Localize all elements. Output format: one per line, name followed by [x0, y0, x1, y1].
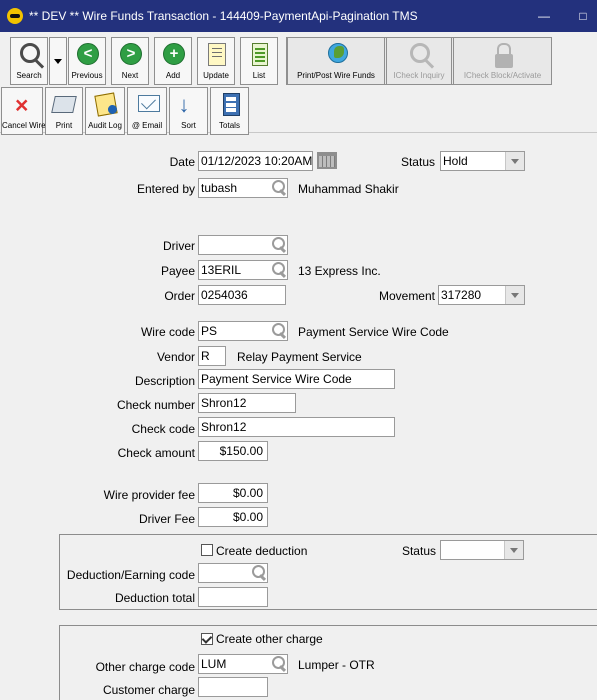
check-code-label: Check code [131, 422, 195, 436]
wire-actions-group: Print/Post Wire Funds ICheck Inquiry ICh… [286, 37, 552, 85]
next-icon: > [116, 42, 144, 68]
sort-icon: ↓ [178, 92, 190, 117]
create-deduction-label: Create deduction [216, 544, 308, 558]
status-label: Status [400, 155, 435, 169]
previous-button[interactable]: < Previous [68, 37, 106, 85]
minimize-button[interactable]: — [531, 4, 557, 28]
search-icon[interactable] [268, 236, 286, 254]
date-field[interactable]: 01/12/2023 10:20AM [198, 151, 313, 171]
search-icon [405, 42, 433, 68]
other-charge-code-label: Other charge code [95, 660, 195, 674]
vendor-label: Vendor [156, 350, 195, 364]
check-number-label: Check number [116, 398, 195, 412]
chevron-down-icon [54, 59, 62, 64]
order-field[interactable]: 0254036 [198, 285, 286, 305]
audit-log-button[interactable]: Audit Log [85, 87, 125, 135]
customer-charge-label: Customer charge [102, 683, 195, 697]
payee-label: Payee [160, 264, 195, 278]
next-button[interactable]: > Next [111, 37, 149, 85]
app-icon [7, 8, 23, 24]
driver-fee-field[interactable]: $0.00 [198, 507, 268, 527]
maximize-button[interactable]: □ [570, 4, 596, 28]
entered-by-name: Muhammad Shakir [298, 182, 399, 196]
wire-code-label: Wire code [140, 325, 195, 339]
movement-label: Movement [378, 289, 435, 303]
printer-icon [50, 92, 78, 118]
sort-button[interactable]: ↓ Sort [169, 87, 208, 135]
deduction-total-label: Deduction total [114, 591, 195, 605]
search-icon [15, 42, 43, 68]
deduction-total-field[interactable] [198, 587, 268, 607]
previous-icon: < [73, 42, 101, 68]
cancel-wire-button[interactable]: × Cancel Wire [1, 87, 46, 135]
create-other-charge-checkbox[interactable] [201, 633, 213, 645]
vendor-field[interactable]: R [198, 346, 226, 366]
email-icon [133, 92, 161, 118]
deduction-earning-code-label: Deduction/Earning code [66, 568, 195, 582]
add-button[interactable]: + Add [154, 37, 192, 85]
search-icon[interactable] [248, 564, 266, 582]
search-icon[interactable] [268, 261, 286, 279]
document-pencil-icon [202, 42, 230, 68]
audit-log-icon [91, 92, 119, 118]
date-label: Date [169, 155, 195, 169]
description-field[interactable]: Payment Service Wire Code [198, 369, 395, 389]
lock-icon [489, 42, 517, 68]
chevron-down-icon [504, 541, 523, 559]
description-label: Description [134, 374, 195, 388]
print-button[interactable]: Print [45, 87, 83, 135]
icheck-block-activate-button[interactable]: ICheck Block/Activate [453, 37, 552, 85]
driver-label: Driver [163, 239, 195, 253]
search-icon[interactable] [268, 322, 286, 340]
deduction-status-select[interactable] [440, 540, 524, 560]
driver-fee-label: Driver Fee [138, 512, 195, 526]
icheck-inquiry-button[interactable]: ICheck Inquiry [386, 37, 452, 85]
payee-name: 13 Express Inc. [298, 264, 381, 278]
movement-select[interactable]: 317280 [438, 285, 525, 305]
create-deduction-checkbox[interactable] [201, 544, 213, 556]
chevron-down-icon [505, 152, 524, 170]
globe-icon [322, 42, 350, 68]
list-button[interactable]: List [240, 37, 278, 85]
wire-code-description: Payment Service Wire Code [298, 325, 449, 339]
search-dropdown-button[interactable] [49, 37, 67, 85]
window-title: ** DEV ** Wire Funds Transaction - 14440… [29, 9, 418, 23]
entered-by-label: Entered by [136, 182, 195, 196]
calculator-icon [216, 92, 244, 118]
deduction-status-label: Status [401, 544, 436, 558]
order-label: Order [164, 289, 195, 303]
email-button[interactable]: @ Email [127, 87, 167, 135]
print-post-wire-funds-button[interactable]: Print/Post Wire Funds [287, 37, 385, 85]
search-icon[interactable] [268, 179, 286, 197]
toolbar: Search < Previous > Next + Add Update List … [0, 32, 597, 135]
customer-charge-field[interactable] [198, 677, 268, 697]
title-bar: ** DEV ** Wire Funds Transaction - 14440… [0, 0, 597, 32]
add-icon: + [159, 42, 187, 68]
list-icon [245, 42, 273, 68]
check-code-field[interactable]: Shron12 [198, 417, 395, 437]
check-number-field[interactable]: Shron12 [198, 393, 296, 413]
wire-provider-fee-field[interactable]: $0.00 [198, 483, 268, 503]
other-charge-description: Lumper - OTR [298, 658, 375, 672]
search-icon[interactable] [268, 655, 286, 673]
create-other-charge-label: Create other charge [216, 632, 323, 646]
vendor-name: Relay Payment Service [237, 350, 362, 364]
chevron-down-icon [505, 286, 524, 304]
totals-button[interactable]: Totals [210, 87, 249, 135]
status-select[interactable]: Hold [440, 151, 525, 171]
check-amount-field[interactable]: $150.00 [198, 441, 268, 461]
calendar-icon[interactable] [317, 152, 337, 169]
close-icon: × [15, 92, 29, 118]
wire-provider-fee-label: Wire provider fee [103, 488, 195, 502]
search-button[interactable]: Search [10, 37, 48, 85]
update-button[interactable]: Update [197, 37, 235, 85]
check-amount-label: Check amount [117, 446, 195, 460]
